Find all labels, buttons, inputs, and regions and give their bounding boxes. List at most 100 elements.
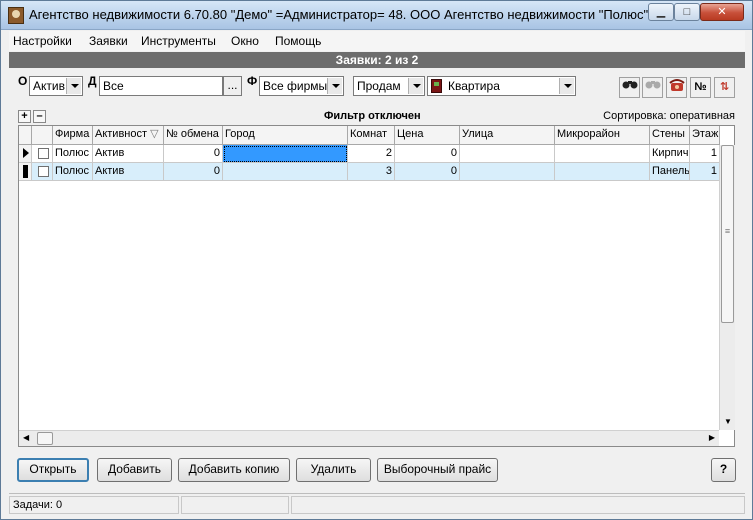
expand-button[interactable]: +: [18, 110, 31, 123]
table-cell[interactable]: 3: [348, 163, 395, 181]
number-button[interactable]: №: [690, 77, 711, 98]
table-cell[interactable]: 1: [690, 145, 720, 163]
row-checkbox[interactable]: [38, 148, 49, 159]
status-panel-empty: [291, 496, 745, 514]
sort-status: Сортировка: оперативная: [603, 110, 735, 122]
column-header-walls[interactable]: Стены: [650, 126, 690, 145]
status-panel-empty: [181, 496, 289, 514]
table-cell[interactable]: 0: [164, 163, 223, 181]
horizontal-scroll-thumb[interactable]: [37, 432, 53, 445]
menu-help[interactable]: Помощь: [275, 34, 321, 48]
row-marker-icon: [23, 165, 28, 178]
collapse-button[interactable]: –: [33, 110, 46, 123]
binoculars-disabled-icon[interactable]: [642, 77, 663, 98]
column-header-price[interactable]: Цена: [395, 126, 460, 145]
phone-icon[interactable]: [666, 77, 687, 98]
table-cell[interactable]: 0: [395, 163, 460, 181]
property-type-combo[interactable]: Квартира: [427, 76, 576, 96]
scroll-left-arrow-icon[interactable]: ◀: [23, 433, 29, 442]
help-button[interactable]: ?: [711, 458, 736, 482]
table-cell[interactable]: 0: [164, 145, 223, 163]
row-checkbox-cell: [32, 163, 53, 181]
grid-toolbar: + – Фильтр отключен Сортировка: оператив…: [18, 110, 735, 124]
table-cell[interactable]: [555, 163, 650, 181]
menu-window[interactable]: Окно: [231, 34, 259, 48]
scroll-right-arrow-icon[interactable]: ▶: [709, 433, 715, 442]
menu-bar: Настройки Заявки Инструменты Окно Помощь: [9, 31, 745, 51]
column-header-activity-label: Активност: [95, 128, 148, 140]
column-header-activity[interactable]: Активност ▽: [93, 126, 164, 145]
menu-tools[interactable]: Инструменты: [141, 34, 216, 48]
chevron-down-icon[interactable]: [66, 78, 81, 94]
column-header-firm[interactable]: Фирма: [53, 126, 93, 145]
table-cell[interactable]: Полюс: [53, 145, 93, 163]
o-label: О: [18, 74, 28, 88]
d-input-value: Все: [103, 79, 124, 93]
table-cell[interactable]: Кирпич: [650, 145, 690, 163]
table-cell[interactable]: Актив: [93, 145, 164, 163]
maximize-button[interactable]: □: [674, 3, 700, 21]
table-cell[interactable]: 0: [395, 145, 460, 163]
table-cell-selected[interactable]: [223, 145, 348, 163]
deal-combo[interactable]: Продам: [353, 76, 425, 96]
requests-grid[interactable]: Фирма Активност ▽ № обмена Город Комнат …: [18, 125, 735, 447]
deal-combo-value: Продам: [357, 79, 401, 93]
column-header-city[interactable]: Город: [223, 126, 348, 145]
title-bar[interactable]: Агентство недвижимости 6.70.80 "Демо" =А…: [1, 1, 752, 30]
f-label: Ф: [247, 74, 258, 88]
sort-triangle-icon: ▽: [150, 128, 159, 140]
add-copy-button[interactable]: Добавить копию: [178, 458, 290, 482]
filter-status: Фильтр отключен: [324, 110, 421, 122]
minimize-button[interactable]: ▁: [648, 3, 674, 21]
row-checkbox-cell: [32, 145, 53, 163]
vertical-scrollbar[interactable]: ≡ ▼: [719, 145, 735, 430]
status-combo-value: Актив: [33, 79, 65, 93]
chevron-down-icon[interactable]: [559, 78, 574, 94]
table-cell[interactable]: 2: [348, 145, 395, 163]
status-bar: Задачи: 0: [9, 493, 745, 515]
delete-button[interactable]: Удалить: [296, 458, 371, 482]
current-row-arrow-icon: [23, 148, 29, 158]
table-cell[interactable]: 1: [690, 163, 720, 181]
chevron-down-icon[interactable]: [327, 78, 342, 94]
add-button[interactable]: Добавить: [97, 458, 172, 482]
horizontal-scrollbar[interactable]: ◀ ▶: [19, 430, 719, 446]
status-combo[interactable]: Актив: [29, 76, 83, 96]
price-list-button[interactable]: Выборочный прайс: [377, 458, 498, 482]
table-cell[interactable]: [555, 145, 650, 163]
open-button[interactable]: Открыть: [17, 458, 89, 482]
row-checkbox[interactable]: [38, 166, 49, 177]
table-cell[interactable]: [460, 163, 555, 181]
row-indicator[interactable]: [19, 145, 32, 163]
vertical-scroll-thumb[interactable]: ≡: [721, 145, 734, 323]
app-icon[interactable]: [8, 7, 24, 24]
table-cell[interactable]: [223, 163, 348, 181]
table-cell[interactable]: Актив: [93, 163, 164, 181]
close-button[interactable]: ✕: [700, 3, 744, 21]
binoculars-icon[interactable]: [619, 77, 640, 98]
d-input[interactable]: Все: [99, 76, 223, 96]
property-type-value: Квартира: [448, 79, 500, 93]
d-label: Д: [88, 74, 97, 88]
sort-button[interactable]: ⇅: [714, 77, 735, 98]
column-header-floor[interactable]: Этаж: [690, 126, 720, 145]
tasks-status: Задачи: 0: [9, 496, 179, 514]
table-cell[interactable]: Панель: [650, 163, 690, 181]
app-window: Агентство недвижимости 6.70.80 "Демо" =А…: [0, 0, 753, 520]
column-header-district[interactable]: Микрорайон: [555, 126, 650, 145]
column-header-street[interactable]: Улица: [460, 126, 555, 145]
chevron-down-icon[interactable]: [408, 78, 423, 94]
scroll-down-arrow-icon[interactable]: ▼: [724, 417, 732, 426]
table-cell[interactable]: [460, 145, 555, 163]
building-icon: [431, 79, 442, 93]
firm-combo[interactable]: Все фирмы: [259, 76, 344, 96]
menu-requests[interactable]: Заявки: [89, 34, 128, 48]
table-cell[interactable]: Полюс: [53, 163, 93, 181]
row-indicator[interactable]: [19, 163, 32, 181]
menu-settings[interactable]: Настройки: [13, 34, 72, 48]
column-header-exchange[interactable]: № обмена: [164, 126, 223, 145]
indicator-header: [19, 126, 32, 145]
check-header: [32, 126, 53, 145]
column-header-rooms[interactable]: Комнат: [348, 126, 395, 145]
browse-button[interactable]: ...: [223, 76, 242, 96]
